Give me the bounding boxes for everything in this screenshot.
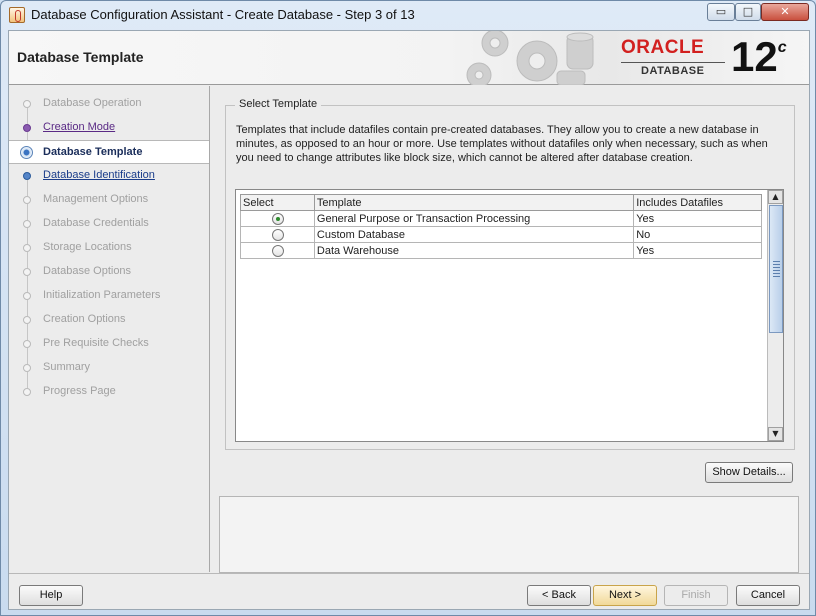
group-title: Select Template bbox=[235, 98, 322, 110]
datafiles-cell[interactable]: Yes bbox=[633, 210, 762, 227]
datafiles-cell[interactable]: No bbox=[633, 226, 762, 243]
version-suffix: c bbox=[777, 39, 787, 56]
sidebar-step-storage-locations: Storage Locations bbox=[9, 236, 209, 268]
step-dot-icon bbox=[23, 268, 31, 276]
table-row[interactable]: Data Warehouse Yes bbox=[240, 242, 762, 259]
template-description: Templates that include datafiles contain… bbox=[236, 124, 768, 164]
sidebar-step-database-options: Database Options bbox=[9, 260, 209, 292]
back-button[interactable]: < Back bbox=[527, 585, 591, 606]
step-label: Database Operation bbox=[43, 97, 142, 109]
steps-sidebar: Database Operation Creation Mode Databas… bbox=[9, 86, 210, 572]
version-number: 12 bbox=[731, 33, 778, 80]
step-label[interactable]: Creation Mode bbox=[43, 121, 115, 133]
wizard-header: Database Template ORACLE DATABASE 12c bbox=[9, 31, 809, 85]
gears-graphic-icon bbox=[466, 31, 594, 85]
help-button[interactable]: Help bbox=[19, 585, 83, 606]
column-header-template[interactable]: Template bbox=[313, 194, 635, 211]
step-dot-icon bbox=[23, 220, 31, 228]
template-grid: Select Template Includes Datafiles Gener… bbox=[240, 194, 762, 259]
window-title: Database Configuration Assistant - Creat… bbox=[31, 7, 415, 22]
cancel-button[interactable]: Cancel bbox=[736, 585, 800, 606]
sidebar-step-management-options: Management Options bbox=[9, 188, 209, 220]
wizard-content: Database Template ORACLE DATABASE 12c Da… bbox=[8, 30, 810, 610]
next-button[interactable]: Next > bbox=[593, 585, 657, 606]
oracle-brand-text: ORACLE bbox=[621, 37, 705, 58]
step-dot-icon bbox=[23, 364, 31, 372]
step-dot-icon bbox=[23, 316, 31, 324]
finish-button: Finish bbox=[664, 585, 728, 606]
java-app-icon bbox=[9, 7, 25, 23]
step-dot-icon bbox=[23, 100, 31, 108]
logo-divider bbox=[621, 62, 725, 63]
step-dot-icon bbox=[23, 244, 31, 252]
sidebar-step-database-operation: Database Operation bbox=[9, 92, 209, 124]
title-bar[interactable]: Database Configuration Assistant - Creat… bbox=[1, 1, 815, 29]
step-label: Database Template bbox=[43, 146, 143, 158]
scroll-down-arrow-icon[interactable]: ▼ bbox=[768, 427, 783, 441]
maximize-button[interactable]: □ bbox=[735, 3, 761, 21]
table-header-row: Select Template Includes Datafiles bbox=[240, 194, 762, 211]
step-dot-icon bbox=[23, 292, 31, 300]
step-dot-icon bbox=[23, 196, 31, 204]
scroll-up-arrow-icon[interactable]: ▲ bbox=[768, 190, 783, 204]
scroll-grip-icon bbox=[773, 261, 780, 279]
details-message-area bbox=[219, 496, 799, 573]
step-label: Pre Requisite Checks bbox=[43, 337, 149, 349]
show-details-button[interactable]: Show Details... bbox=[705, 462, 793, 483]
step-label[interactable]: Database Identification bbox=[43, 169, 155, 181]
radio-selected[interactable] bbox=[272, 212, 285, 225]
sidebar-step-database-credentials: Database Credentials bbox=[9, 212, 209, 244]
step-label: Creation Options bbox=[43, 313, 126, 325]
sidebar-step-creation-options: Creation Options bbox=[9, 308, 209, 340]
sidebar-step-progress-page: Progress Page bbox=[9, 380, 209, 404]
dbca-window: Database Configuration Assistant - Creat… bbox=[0, 0, 816, 616]
minimize-button[interactable]: ▭ bbox=[707, 3, 735, 21]
page-title: Database Template bbox=[17, 49, 144, 65]
step-label: Database Credentials bbox=[43, 217, 149, 229]
datafiles-cell[interactable]: Yes bbox=[633, 242, 762, 259]
step-label: Database Options bbox=[43, 265, 132, 277]
template-cell[interactable]: Data Warehouse bbox=[313, 242, 635, 259]
sidebar-step-database-identification[interactable]: Database Identification bbox=[9, 164, 209, 196]
radio-unselected[interactable] bbox=[272, 244, 285, 257]
template-cell[interactable]: Custom Database bbox=[313, 226, 635, 243]
step-current-icon bbox=[20, 146, 33, 159]
sidebar-step-summary: Summary bbox=[9, 356, 209, 388]
step-label: Initialization Parameters bbox=[43, 289, 161, 301]
step-dot-icon bbox=[23, 124, 31, 132]
template-cell[interactable]: General Purpose or Transaction Processin… bbox=[313, 210, 635, 227]
sidebar-step-creation-mode[interactable]: Creation Mode bbox=[9, 116, 209, 148]
scroll-thumb[interactable] bbox=[769, 205, 783, 333]
step-dot-icon bbox=[23, 388, 31, 396]
radio-unselected[interactable] bbox=[272, 228, 285, 241]
sidebar-step-pre-requisite-checks: Pre Requisite Checks bbox=[9, 332, 209, 364]
step-dot-icon bbox=[23, 340, 31, 348]
oracle-version: 12c bbox=[731, 33, 787, 81]
table-row[interactable]: General Purpose or Transaction Processin… bbox=[240, 210, 762, 227]
table-viewport: Select Template Includes Datafiles Gener… bbox=[240, 194, 765, 438]
table-row[interactable]: Custom Database No bbox=[240, 226, 762, 243]
step-label: Management Options bbox=[43, 193, 149, 205]
step-dot-icon bbox=[23, 172, 31, 180]
select-cell[interactable] bbox=[240, 242, 315, 259]
main-panel: Select Template Templates that include d… bbox=[211, 86, 809, 573]
select-cell[interactable] bbox=[240, 210, 315, 227]
wizard-footer: Help < Back Next > Finish Cancel bbox=[9, 573, 809, 610]
step-label: Progress Page bbox=[43, 385, 116, 397]
sidebar-step-database-template: Database Template bbox=[9, 140, 209, 164]
step-label: Summary bbox=[43, 361, 91, 373]
sidebar-step-initialization-parameters: Initialization Parameters bbox=[9, 284, 209, 316]
oracle-product-text: DATABASE bbox=[641, 65, 705, 77]
oracle-logo: ORACLE DATABASE bbox=[621, 37, 733, 79]
column-header-datafiles[interactable]: Includes Datafiles bbox=[633, 194, 762, 211]
step-label: Storage Locations bbox=[43, 241, 132, 253]
close-button[interactable]: ✕ bbox=[761, 3, 809, 21]
template-table: Select Template Includes Datafiles Gener… bbox=[235, 189, 784, 442]
column-header-select[interactable]: Select bbox=[240, 194, 315, 211]
select-cell[interactable] bbox=[240, 226, 315, 243]
vertical-scrollbar[interactable]: ▲ ▼ bbox=[767, 190, 783, 441]
